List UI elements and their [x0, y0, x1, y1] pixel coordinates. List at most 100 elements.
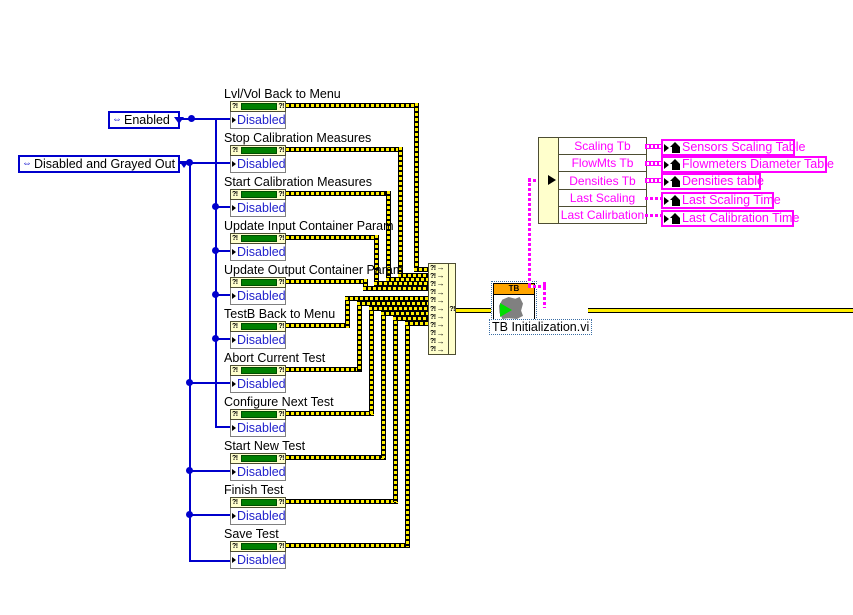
subvi-tb-initialization[interactable]: TB	[493, 283, 535, 330]
unbundle-input-arrow-icon	[548, 175, 556, 185]
disabled-grayed-enum-control[interactable]: ⇔ Disabled and Grayed Out	[18, 155, 190, 173]
property-node-update-input-container-param[interactable]: ?! ?! Disabled	[230, 233, 286, 261]
indicator-label: Last Calibration Time	[682, 211, 800, 225]
question-bang-glyph: ?!	[232, 279, 238, 286]
cluster-wire-8	[286, 411, 374, 416]
question-bang-glyph: ?!	[232, 147, 238, 154]
unbundle-field[interactable]: Scaling Tb	[559, 138, 646, 156]
property-row[interactable]: Disabled	[230, 200, 286, 217]
cluster-wire-6	[286, 323, 350, 328]
input-arrow-icon	[232, 337, 236, 343]
cluster-wire-bundle-out	[455, 308, 491, 313]
indicator-label: Flowmeters Diameter Table	[682, 157, 834, 171]
input-arrow-icon	[232, 425, 236, 431]
input-arrow-icon	[232, 557, 236, 563]
property-node-header: ?! ?!	[230, 321, 286, 332]
property-name: Disabled	[237, 200, 286, 215]
cluster-wire-7-drop	[357, 301, 362, 371]
property-node-bar	[241, 455, 277, 462]
property-row[interactable]: Disabled	[230, 508, 286, 525]
unbundle-field[interactable]: Last Scaling	[559, 189, 646, 207]
property-name: Disabled	[237, 288, 286, 303]
chevron-down-icon[interactable]	[179, 160, 190, 168]
unbundle-field[interactable]: Last Calirbation	[559, 206, 646, 224]
bundle-input-row[interactable]: ?! →	[429, 345, 448, 354]
property-node-configure-next-test[interactable]: ?! ?! Disabled	[230, 409, 286, 437]
question-bang-glyph: ?!	[278, 499, 284, 506]
property-row[interactable]: Disabled	[230, 156, 286, 173]
unbundle-field[interactable]: FlowMts Tb	[559, 155, 646, 173]
wire-junction	[212, 202, 219, 210]
property-row[interactable]: Disabled	[230, 552, 286, 569]
property-node-start-calibration-measures[interactable]: ?! ?! Disabled	[230, 189, 286, 217]
cluster-wire-10	[286, 499, 398, 504]
property-row[interactable]: Disabled	[230, 376, 286, 393]
cluster-wire-9	[286, 455, 386, 460]
enabled-enum-control[interactable]: ⇔ Enabled	[108, 111, 184, 129]
home-icon	[670, 159, 681, 170]
cluster-wire-4	[286, 235, 379, 240]
question-bang-glyph: ?!	[278, 147, 284, 154]
property-row[interactable]: Disabled	[230, 464, 286, 481]
property-node-label: Configure Next Test	[224, 395, 334, 409]
unbundle-field[interactable]: Densities Tb	[559, 172, 646, 190]
question-bang-glyph: ?!	[430, 305, 436, 313]
cluster-wire-8-drop	[369, 306, 374, 414]
indicator-terminal-sensors-scaling-table[interactable]: Sensors Scaling Table	[661, 139, 805, 156]
property-node-finish-test[interactable]: ?! ?! Disabled	[230, 497, 286, 525]
output-arrow-icon	[664, 196, 669, 205]
property-node-testb-back-to-menu[interactable]: ?! ?! Disabled	[230, 321, 286, 349]
wire-branch-10	[189, 514, 232, 516]
indicator-terminal-last-scaling-time[interactable]: Last Scaling Time	[661, 192, 781, 209]
question-bang-glyph: ?!	[430, 338, 436, 346]
property-node-stop-calibration-measures[interactable]: ?! ?! Disabled	[230, 145, 286, 173]
property-node-abort-current-test[interactable]: ?! ?! Disabled	[230, 365, 286, 393]
property-node-header: ?! ?!	[230, 145, 286, 156]
indicator-terminal-last-calibration-time[interactable]: Last Calibration Time	[661, 210, 799, 227]
indicator-terminal-densities-table[interactable]: Densities table	[661, 173, 764, 190]
question-bang-glyph: ?!	[278, 235, 284, 242]
property-row[interactable]: Disabled	[230, 112, 286, 129]
wire-junction	[188, 114, 195, 122]
property-row[interactable]: Disabled	[230, 332, 286, 349]
input-arrow-icon	[232, 205, 236, 211]
cluster-wire-3	[286, 191, 391, 196]
property-node-bar	[241, 499, 277, 506]
cluster-wire-10-drop	[393, 316, 398, 502]
chevron-down-icon[interactable]	[173, 116, 184, 124]
cluster-wire-4-drop	[374, 235, 379, 285]
question-bang-glyph: ?!	[232, 499, 238, 506]
property-row[interactable]: Disabled	[230, 288, 286, 305]
wire-branch-9	[189, 470, 232, 472]
property-row[interactable]: Disabled	[230, 420, 286, 437]
property-name: Disabled	[237, 112, 286, 127]
property-node-label: Lvl/Vol Back to Menu	[224, 87, 341, 101]
cluster-wire-7	[286, 367, 362, 372]
property-node-lvl-vol-back-to-menu[interactable]: ?! ?! Disabled	[230, 101, 286, 129]
question-bang-glyph: ?!	[430, 272, 436, 280]
property-node-start-new-test[interactable]: ?! ?! Disabled	[230, 453, 286, 481]
property-node-label: Save Test	[224, 527, 279, 541]
property-node-header: ?! ?!	[230, 497, 286, 508]
question-bang-glyph: ?!	[232, 367, 238, 374]
question-bang-glyph: ?!	[232, 103, 238, 110]
indicator-label: Sensors Scaling Table	[682, 140, 806, 154]
indicator-terminal-flowmeters-diameter-table[interactable]: Flowmeters Diameter Table	[661, 156, 834, 173]
property-name: Disabled	[237, 508, 286, 523]
property-node-save-test[interactable]: ?! ?! Disabled	[230, 541, 286, 569]
bundle-output[interactable]: ?!	[449, 264, 455, 354]
question-bang-glyph: ?!	[430, 289, 436, 297]
wire-junction	[186, 510, 193, 518]
property-node-update-output-container-param[interactable]: ?! ?! Disabled	[230, 277, 286, 305]
wire-junction	[212, 334, 219, 342]
home-icon	[670, 195, 681, 206]
cluster-wire-11-drop	[405, 321, 410, 546]
question-bang-glyph: ?!	[430, 264, 436, 272]
property-row[interactable]: Disabled	[230, 244, 286, 261]
bundle-inputs: ?! → ?! → ?! → ?! → ?! → ?! → ?! → ?! → ?! → ?! → …	[429, 264, 450, 354]
property-node-bar	[241, 147, 277, 154]
property-node-bar	[241, 235, 277, 242]
input-arrow-icon	[232, 381, 236, 387]
question-bang-glyph: ?!	[430, 297, 436, 305]
bundle-by-name-node[interactable]: ?! → ?! → ?! → ?! → ?! → ?! → ?! → ?! → ?! → ?! → …	[428, 263, 456, 355]
